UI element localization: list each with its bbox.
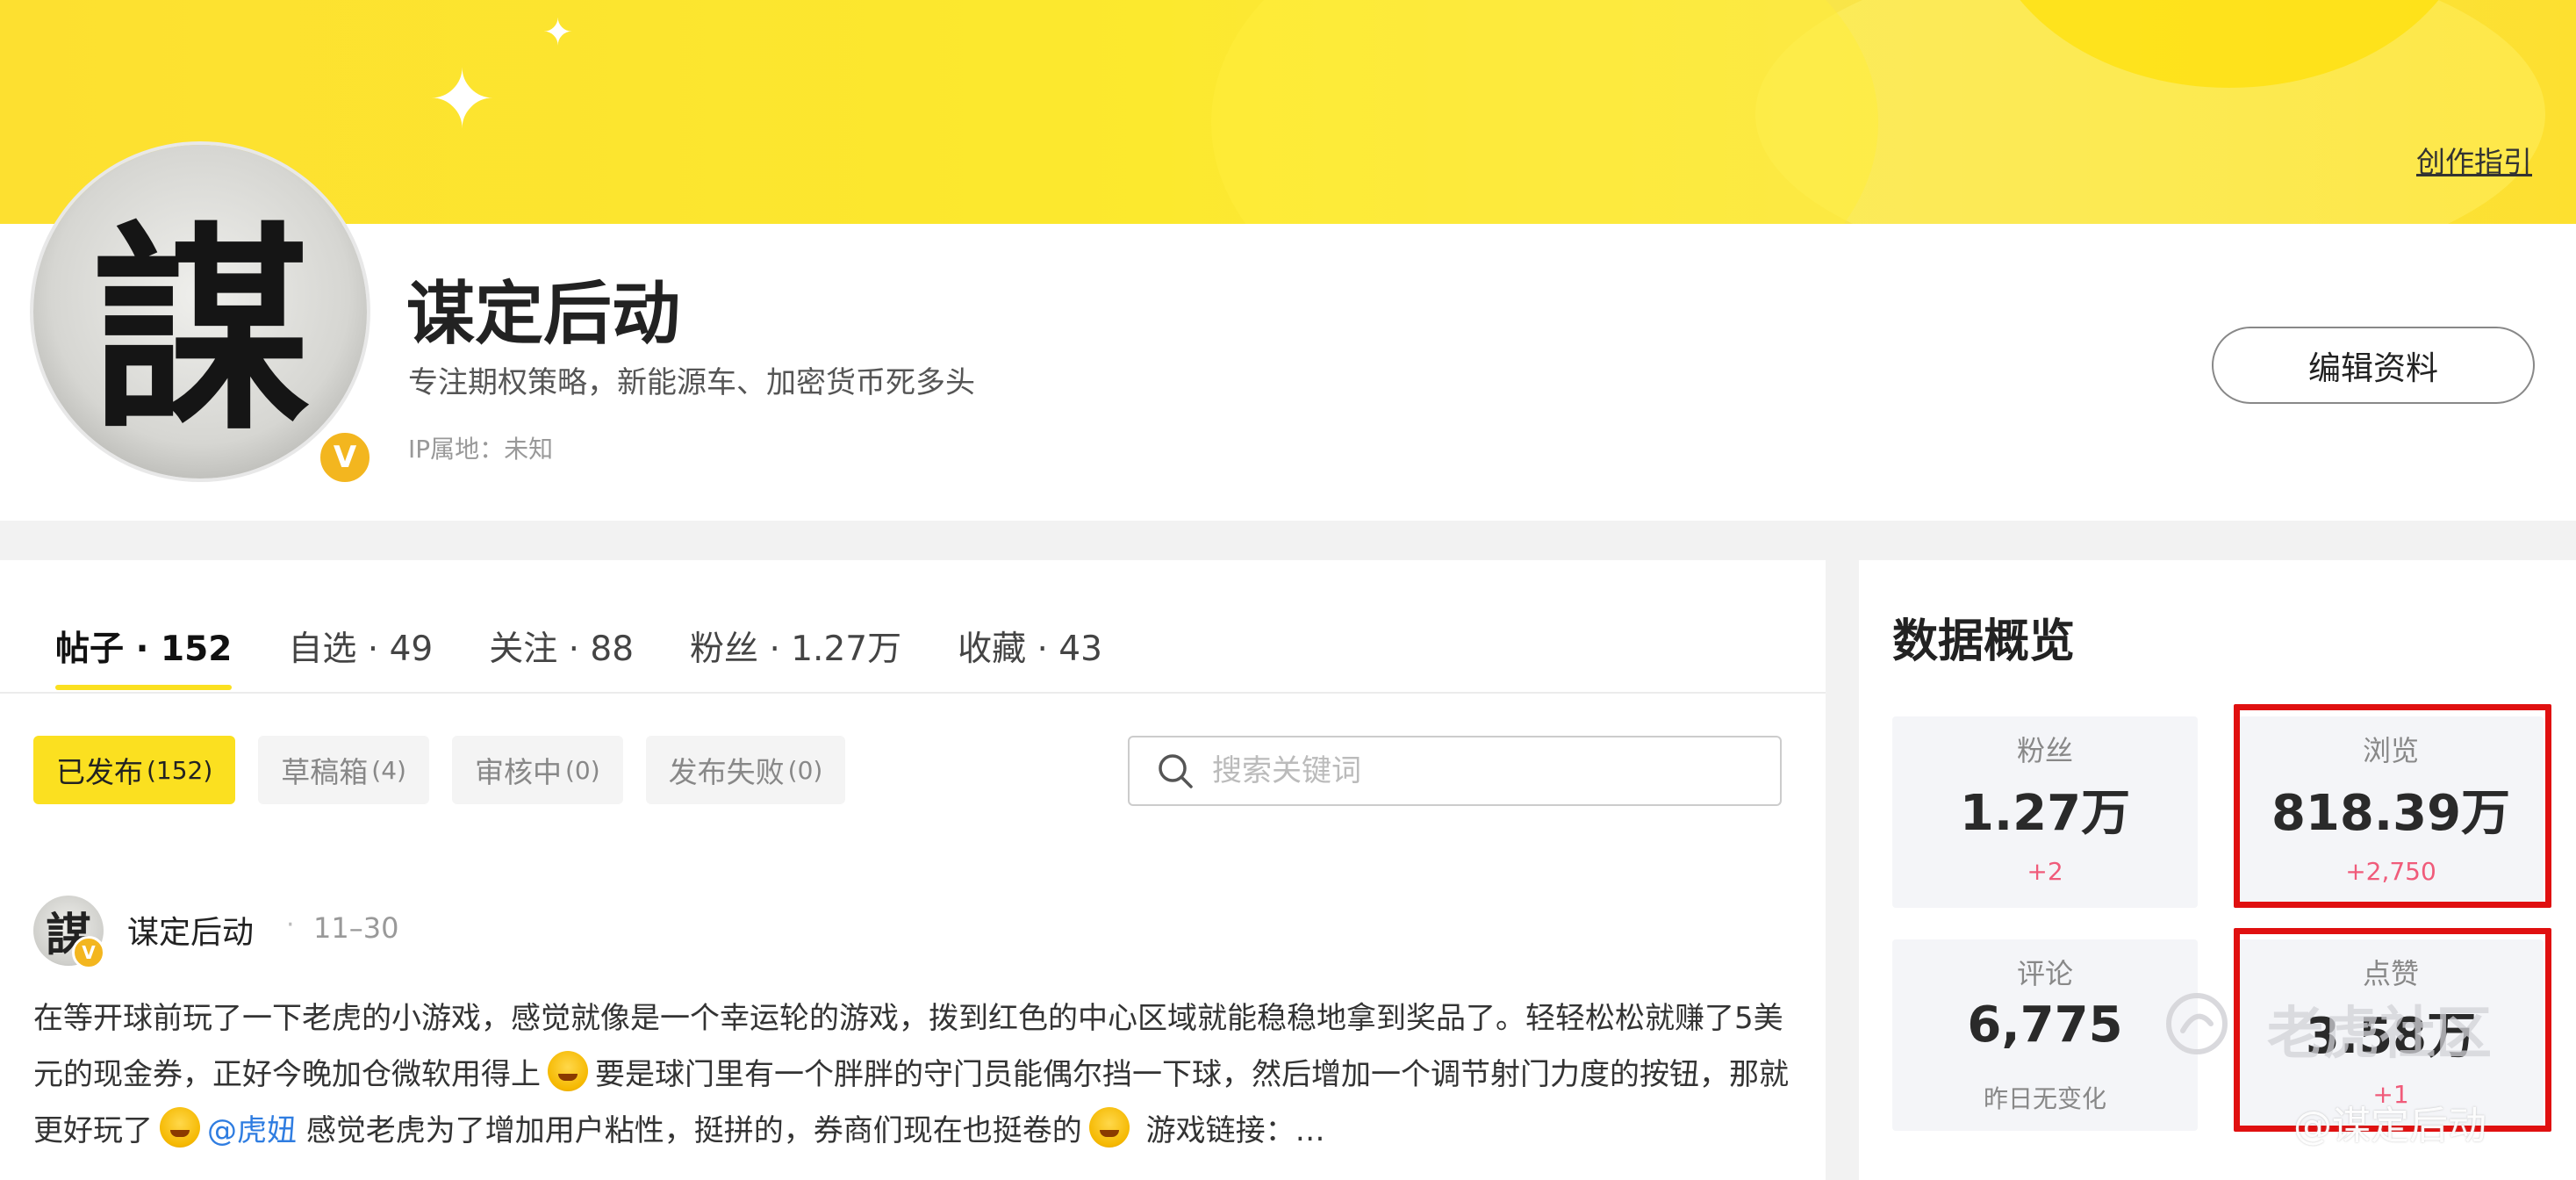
profile-tabs: 帖子 · 152 自选 · 49 关注 · 88 粉丝 · 1.27万 收藏 ·… [55, 622, 1102, 690]
tab-following[interactable]: 关注 · 88 [489, 622, 634, 690]
username: 谋定后动 [406, 275, 681, 354]
tab-posts[interactable]: 帖子 · 152 [55, 622, 233, 690]
verified-badge-icon: V [72, 936, 105, 969]
profile-banner: ✦ ✦ 创作指引 [0, 0, 2576, 224]
profile-header [0, 224, 2576, 521]
sparkle-icon: ✦ [542, 11, 574, 54]
emoji-icon [548, 1051, 588, 1091]
stat-card-followers[interactable]: 粉丝 1.27万 +2 [1892, 716, 2198, 908]
stat-value: 6,775 [1967, 997, 2123, 1054]
filter-drafts[interactable]: 草稿箱 (4) [258, 736, 429, 804]
filter-label: 审核中 [474, 755, 562, 789]
posts-panel: 帖子 · 152 自选 · 49 关注 · 88 粉丝 · 1.27万 收藏 ·… [0, 560, 1826, 1180]
search-icon [1159, 754, 1193, 788]
user-bio: 专注期权策略，新能源车、加密货币死多头 [408, 365, 975, 400]
banner-decoration [1211, 0, 1878, 224]
filter-count: (152) [147, 755, 213, 785]
filter-label: 发布失败 [668, 755, 785, 789]
filter-count: (0) [787, 755, 823, 785]
filter-count: (0) [564, 755, 600, 785]
highlight-box [2234, 704, 2551, 908]
post-content[interactable]: 在等开球前玩了一下老虎的小游戏，感觉就像是一个幸运轮的游戏，拨到红色的中心区域就… [33, 990, 1789, 1159]
verified-badge-icon: V [316, 428, 374, 486]
post-date: 11–30 [313, 911, 399, 945]
stat-label: 评论 [2016, 957, 2073, 990]
filter-failed[interactable]: 发布失败 (0) [645, 736, 846, 804]
avatar-glyph: 謀 [90, 201, 310, 459]
filter-label: 草稿箱 [281, 755, 369, 789]
watermark-text: 老虎社区 [2267, 1002, 2492, 1067]
emoji-icon [160, 1107, 200, 1148]
edit-profile-button[interactable]: 编辑资料 [2212, 327, 2535, 404]
post-author-name[interactable]: 谋定后动 [127, 907, 254, 953]
search-input[interactable] [1212, 753, 1739, 788]
watermark-handle: @谋定后动 [2293, 1104, 2486, 1148]
data-overview-panel: 数据概览 粉丝 1.27万 +2 浏览 818.39万 +2,750 评论 6,… [1859, 560, 2576, 1180]
user-mention-link[interactable]: @虎妞 [207, 1113, 297, 1148]
divider [0, 692, 1826, 694]
stat-delta: +2 [2027, 857, 2063, 886]
filter-label: 已发布 [56, 755, 143, 789]
emoji-icon [1088, 1107, 1130, 1148]
stat-label: 粉丝 [2016, 734, 2073, 767]
stat-delta: 昨日无变化 [1983, 1084, 2106, 1113]
filter-published[interactable]: 已发布 (152) [33, 736, 236, 804]
post-status-filters: 已发布 (152) 草稿箱 (4) 审核中 (0) 发布失败 (0) [33, 736, 846, 804]
filter-count: (4) [371, 755, 406, 785]
tiger-logo-icon [2166, 993, 2228, 1054]
search-box[interactable] [1128, 736, 1782, 806]
ip-location: IP属地：未知 [408, 435, 554, 464]
creation-guide-link[interactable]: 创作指引 [2416, 139, 2532, 181]
tab-watchlist[interactable]: 自选 · 49 [288, 622, 433, 690]
tab-favorites[interactable]: 收藏 · 43 [958, 622, 1102, 690]
post-text: 感觉老虎为了增加用户粘性，挺拼的，券商们现在也挺卷的 [305, 1113, 1082, 1148]
post-meta-separator: · [286, 910, 295, 940]
stat-card-comments[interactable]: 评论 6,775 昨日无变化 [1892, 939, 2198, 1131]
stat-value: 1.27万 [1959, 785, 2131, 842]
post-text: 游戏链接：… [1145, 1113, 1325, 1148]
sparkle-icon: ✦ [428, 53, 497, 147]
tab-followers[interactable]: 粉丝 · 1.27万 [690, 622, 901, 690]
overview-title: 数据概览 [1892, 615, 2076, 668]
avatar[interactable]: 謀 [33, 145, 367, 478]
filter-under-review[interactable]: 审核中 (0) [451, 736, 623, 804]
